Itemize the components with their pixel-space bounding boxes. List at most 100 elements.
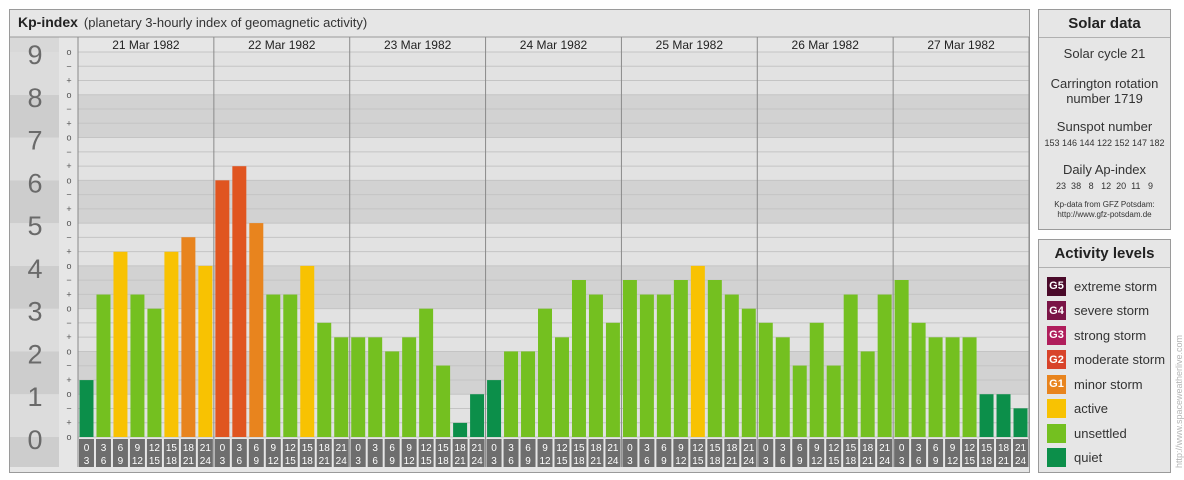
legend-swatch [1047,423,1066,443]
interval-end-label: 15 [421,456,433,467]
kp-bar [538,308,552,437]
kp-bar [690,265,705,437]
solar-cycle: Solar cycle 21 [1063,46,1146,61]
interval-end-label: 18 [845,456,857,467]
interval-start-label: 9 [542,443,548,454]
interval-start-label: 0 [899,443,905,454]
interval-end-label: 9 [525,456,531,467]
legend-item-severe-storm: G4 severe storm [1047,301,1149,321]
interval-end-label: 9 [389,456,395,467]
interval-end-label: 24 [472,456,484,467]
day-label: 24 Mar 1982 [520,38,588,52]
interval-end-label: 9 [118,456,124,467]
interval-start-label: 6 [118,443,124,454]
credit-link[interactable]: http://www.gfz-potsdam.de [1039,210,1170,220]
kp-bar [164,251,179,437]
interval-end-label: 18 [166,456,178,467]
interval-end-label: 6 [101,456,107,467]
kp-bar [504,351,519,437]
interval-start-label: 12 [828,443,840,454]
kp-bar [571,280,586,437]
interval-end-label: 12 [811,456,823,467]
interval-start-label: 3 [237,443,243,454]
interval-end-label: 9 [661,456,667,467]
interval-start-label: 12 [285,443,297,454]
interval-end-label: 24 [1015,456,1027,467]
y-minor-tick: o [66,90,71,100]
kp-bar [894,280,909,437]
kp-bar [605,322,620,437]
interval-start-label: 18 [998,443,1010,454]
interval-start-label: 9 [950,443,956,454]
interval-start-label: 21 [879,443,891,454]
y-minor-tick: + [66,118,71,128]
day-label: 21 Mar 1982 [112,38,180,52]
kp-bar [792,365,807,437]
interval-end-label: 12 [132,456,144,467]
interval-start-label: 18 [726,443,738,454]
plot-band [78,94,1029,138]
interval-start-label: 18 [455,443,467,454]
interval-start-label: 9 [814,443,820,454]
carrington-line2: number 1719 [1066,91,1143,106]
kp-bar [147,308,162,437]
interval-start-label: 3 [780,443,786,454]
interval-start-label: 6 [389,443,395,454]
interval-end-label: 3 [627,456,633,467]
interval-end-label: 21 [726,456,738,467]
interval-end-label: 18 [709,456,721,467]
day-label: 23 Mar 1982 [384,38,452,52]
legend-label: quiet [1074,450,1103,465]
kp-chart: 21 Mar 1982 22 Mar 1982 23 Mar 1982 24 Mar … [10,36,1030,467]
interval-end-label: 15 [828,456,840,467]
kp-bar [436,365,451,437]
interval-start-label: 3 [101,443,107,454]
y-minor-tick: o [66,261,71,271]
interval-start-label: 12 [692,443,704,454]
y-minor-tick: + [66,76,71,86]
legend-swatch: G5 [1047,276,1066,296]
y-tick-label: 1 [27,382,42,412]
y-minor-tick: − [66,147,71,157]
kp-bar [113,251,128,437]
interval-end-label: 12 [404,456,416,467]
interval-end-label: 15 [556,456,568,467]
interval-start-label: 0 [84,443,90,454]
kp-bar [741,308,756,437]
y-minor-tick: − [66,61,71,71]
y-minor-tick: o [66,133,71,143]
interval-end-label: 21 [183,456,195,467]
interval-end-label: 18 [302,456,314,467]
kp-bar [724,294,739,437]
kp-bar [656,294,671,437]
ap-title: Daily Ap-index [1062,162,1147,177]
interval-start-label: 0 [763,443,769,454]
legend-swatch: G3 [1047,325,1066,345]
y-tick-label: 5 [27,211,42,241]
legend-label: strong storm [1074,327,1147,343]
kp-bar [232,166,247,437]
y-minor-tick: + [66,161,71,171]
kp-bar [945,337,960,437]
interval-end-label: 15 [692,456,704,467]
kp-bar [826,365,841,437]
interval-end-label: 18 [438,456,450,467]
interval-start-label: 3 [508,443,514,454]
interval-end-label: 9 [933,456,939,467]
plot-band [78,52,1029,95]
interval-end-label: 15 [285,456,297,467]
kp-bar [79,380,94,437]
legend-swatch: G1 [1047,374,1066,394]
interval-start-label: 21 [1015,443,1027,454]
kp-bar [198,265,213,437]
kp-bar [911,322,926,437]
y-minor-tick: + [66,247,71,257]
interval-start-label: 18 [862,443,874,454]
y-minor-tick: + [66,418,71,428]
kp-bar [317,322,332,437]
interval-end-label: 3 [763,456,769,467]
interval-start-label: 15 [438,443,450,454]
interval-end-label: 21 [319,456,331,467]
kp-bar [402,337,417,437]
watermark: http://www.spaceweatherlive.com [1174,334,1184,468]
